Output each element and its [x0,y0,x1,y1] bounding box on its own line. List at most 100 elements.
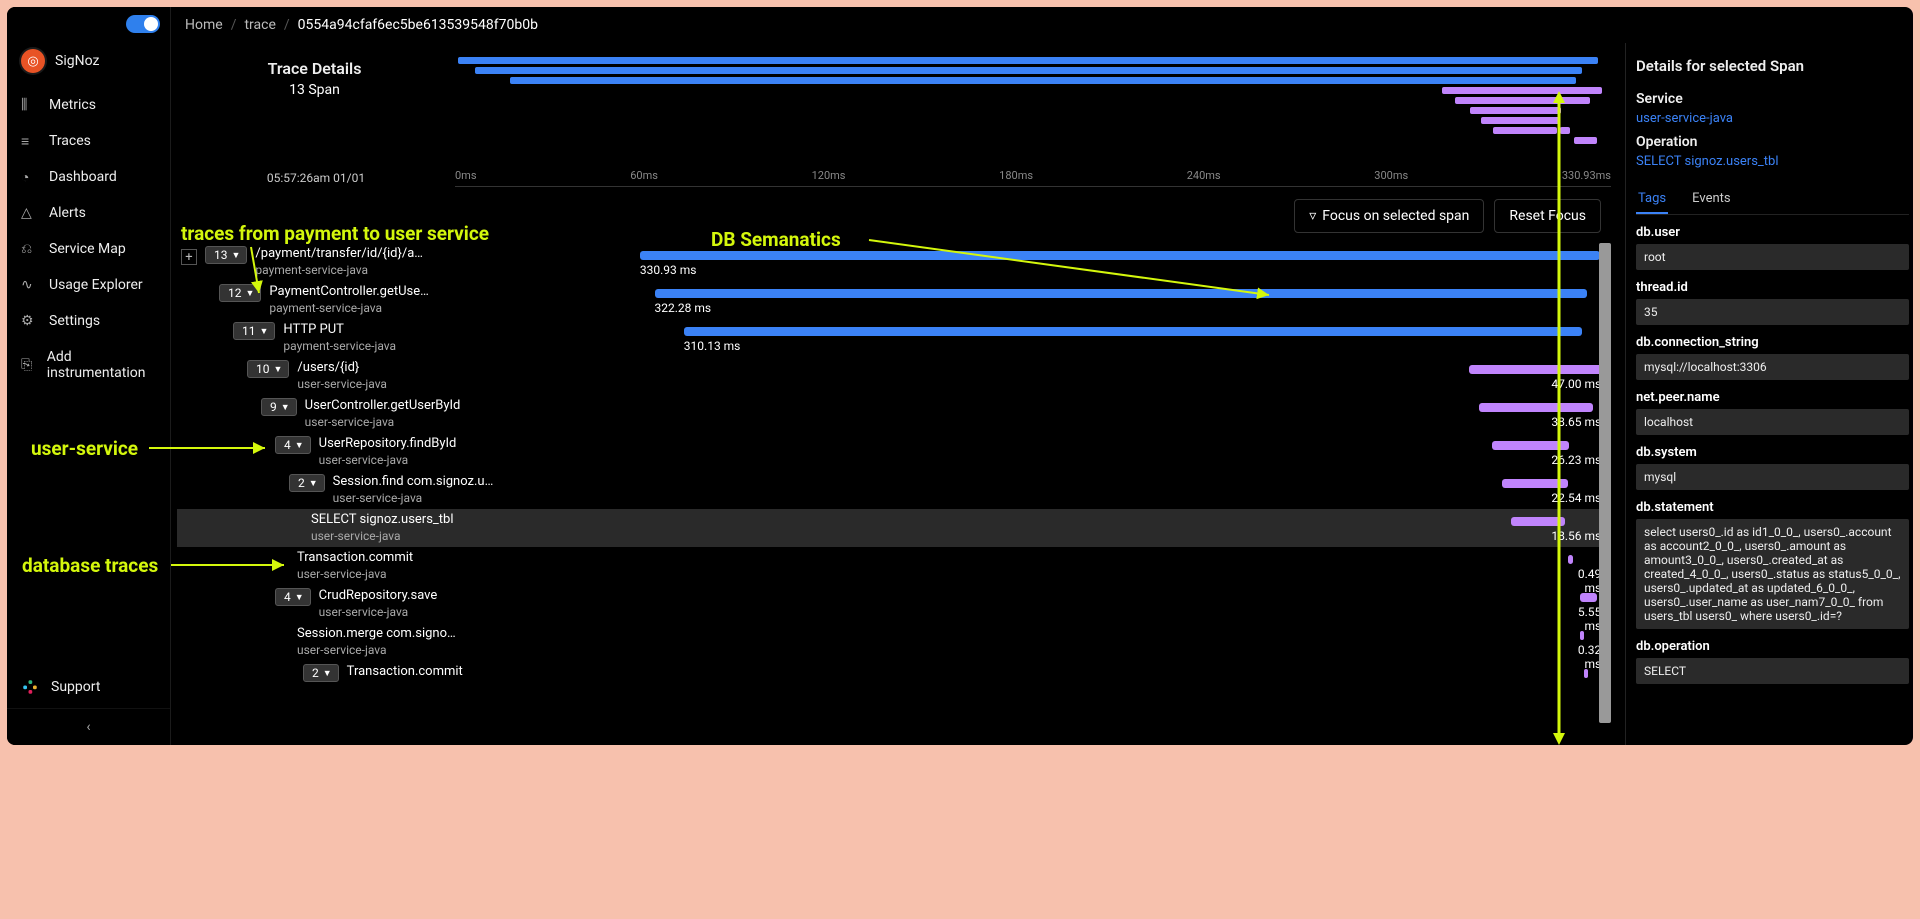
logo-icon: ◎ [21,49,45,73]
span-row[interactable]: 9▼ UserController.getUserById user-servi… [177,395,1611,433]
span-bar[interactable] [655,289,1587,298]
tag-row: thread.id 35 [1636,280,1909,325]
tag-row: db.system mysql [1636,445,1909,490]
span-row[interactable]: 2▼ Session.find com.signoz.u… user-servi… [177,471,1611,509]
span-row[interactable]: 4▼ UserRepository.findById user-service-… [177,433,1611,471]
sidebar-item-traces[interactable]: ≡ Traces [7,123,170,159]
sidebar-item-usage-explorer[interactable]: ∿Usage Explorer [7,267,170,303]
line-chart-icon: ∿ [21,277,37,293]
tag-key: db.statement [1636,500,1909,515]
span-bar[interactable] [1492,441,1569,450]
span-bar[interactable] [684,327,1582,336]
time-tick: 240ms [1187,169,1221,182]
sidebar-item-alerts[interactable]: △Alerts [7,195,170,231]
tag-value: localhost [1636,409,1909,435]
tag-value: mysql [1636,464,1909,490]
filter-icon: ▿ [1309,208,1316,224]
span-service: payment-service-java [269,301,428,315]
span-bar[interactable] [1580,631,1584,640]
span-name: UserRepository.findById [319,436,457,451]
theme-toggle[interactable] [126,15,160,33]
span-row[interactable]: 2▼ Transaction.commit [177,661,1611,699]
span-row[interactable]: 4▼ CrudRepository.save user-service-java… [177,585,1611,623]
span-bar[interactable] [1502,479,1568,488]
span-row[interactable]: SELECT signoz.users_tbl user-service-jav… [177,509,1611,547]
span-bar[interactable] [1568,555,1573,564]
tag-value: 35 [1636,299,1909,325]
span-bar[interactable] [1584,669,1588,678]
link-icon: ⎘ [21,357,35,373]
sidebar-item-dashboard[interactable]: ◔Dashboard [7,159,170,195]
tag-row: db.user root [1636,225,1909,270]
span-expand-chip[interactable]: 11▼ [233,322,275,340]
caret-down-icon: ▼ [295,440,304,451]
trace-details-header: Trace Details 13 Span [177,43,452,98]
trace-timestamp: 05:57:26am 01/01 [177,171,455,185]
sidebar-item-metrics[interactable]: ⫼Metrics [7,87,170,123]
scrollbar-thumb[interactable] [1599,243,1611,723]
caret-down-icon: ▼ [295,592,304,603]
sidebar-item-add-instrumentation[interactable]: ⎘Add instrumentation [7,339,170,391]
tab-tags[interactable]: Tags [1636,185,1668,214]
sidebar-item-label: Traces [49,133,91,149]
tag-key: db.system [1636,445,1909,460]
span-expand-chip[interactable]: 9▼ [261,398,297,416]
sidebar-item-settings[interactable]: ⚙ Settings [7,303,170,339]
bar-chart-icon: ⫼ [21,97,37,113]
tag-row: db.connection_string mysql://localhost:3… [1636,335,1909,380]
breadcrumb-home[interactable]: Home [185,17,223,33]
breadcrumb: Home / trace / 0554a94cfaf6ec5be61353954… [171,7,1913,43]
service-link[interactable]: user-service-java [1636,111,1909,126]
span-bar[interactable] [1479,403,1593,412]
breadcrumb-trace[interactable]: trace [244,17,275,33]
span-bar[interactable] [1580,593,1598,602]
span-service: payment-service-java [255,263,423,277]
span-row[interactable]: 12▼ PaymentController.getUse… payment-se… [177,281,1611,319]
tag-value: SELECT [1636,658,1909,684]
span-row[interactable]: Session.merge com.signo… user-service-ja… [177,623,1611,661]
sidebar-item-label: Settings [49,313,100,329]
app-name: SigNoz [55,53,99,69]
time-tick: 0ms [455,169,477,182]
span-row[interactable]: 10▼ /users/{id} user-service-java 47.00 … [177,357,1611,395]
breadcrumb-trace-id[interactable]: 0554a94cfaf6ec5be613539548f70b0b [298,17,538,33]
span-name: Session.find com.signoz.u… [333,474,494,489]
tag-key: net.peer.name [1636,390,1909,405]
tag-key: db.user [1636,225,1909,240]
trace-minimap[interactable] [452,57,1611,167]
nodes-icon: ⎌ [21,241,37,257]
slack-icon [21,678,39,696]
span-bar[interactable] [1469,365,1604,374]
span-expand-chip[interactable]: 2▼ [303,664,339,682]
span-bar[interactable] [640,251,1600,260]
tab-events[interactable]: Events [1690,185,1732,214]
time-tick: 60ms [630,169,658,182]
span-details-panel: Details for selected Span Service user-s… [1625,43,1913,745]
span-expand-chip[interactable]: 12▼ [219,284,261,302]
gear-icon: ⚙ [21,313,37,329]
span-row[interactable]: 11▼ HTTP PUT payment-service-java 310.13… [177,319,1611,357]
span-name: SELECT signoz.users_tbl [311,512,454,527]
menu-icon: ≡ [21,133,37,149]
sidebar-item-service-map[interactable]: ⎌Service Map [7,231,170,267]
tag-row: db.statement select users0_.id as id1_0_… [1636,500,1909,629]
span-expand-chip[interactable]: 2▼ [289,474,325,492]
span-expand-chip[interactable]: 4▼ [275,588,311,606]
caret-down-icon: ▼ [323,668,332,679]
span-bar[interactable] [1511,517,1565,526]
support-button[interactable]: Support [7,666,170,708]
span-expand-chip[interactable]: 13▼ [205,246,247,264]
focus-on-span-button[interactable]: ▿ Focus on selected span [1294,199,1484,233]
app-window: ◎ SigNoz ⫼Metrics ≡ Traces ◔Dashboard△Alert… [7,7,1913,745]
caret-down-icon: ▼ [246,288,255,299]
operation-link[interactable]: SELECT signoz.users_tbl [1636,154,1909,169]
span-expand-chip[interactable]: 10▼ [247,360,289,378]
span-expand-chip[interactable]: 4▼ [275,436,311,454]
span-name: HTTP PUT [283,322,396,337]
time-tick: 330.93ms [1562,169,1611,182]
span-row[interactable]: Transaction.commit user-service-java 0.4… [177,547,1611,585]
reset-focus-button[interactable]: Reset Focus [1494,199,1601,233]
app-logo[interactable]: ◎ SigNoz [7,41,170,87]
span-row[interactable]: 13▼ /payment/transfer/id/{id}/a… payment… [177,243,1611,281]
collapse-sidebar-button[interactable]: ‹ [7,708,170,745]
